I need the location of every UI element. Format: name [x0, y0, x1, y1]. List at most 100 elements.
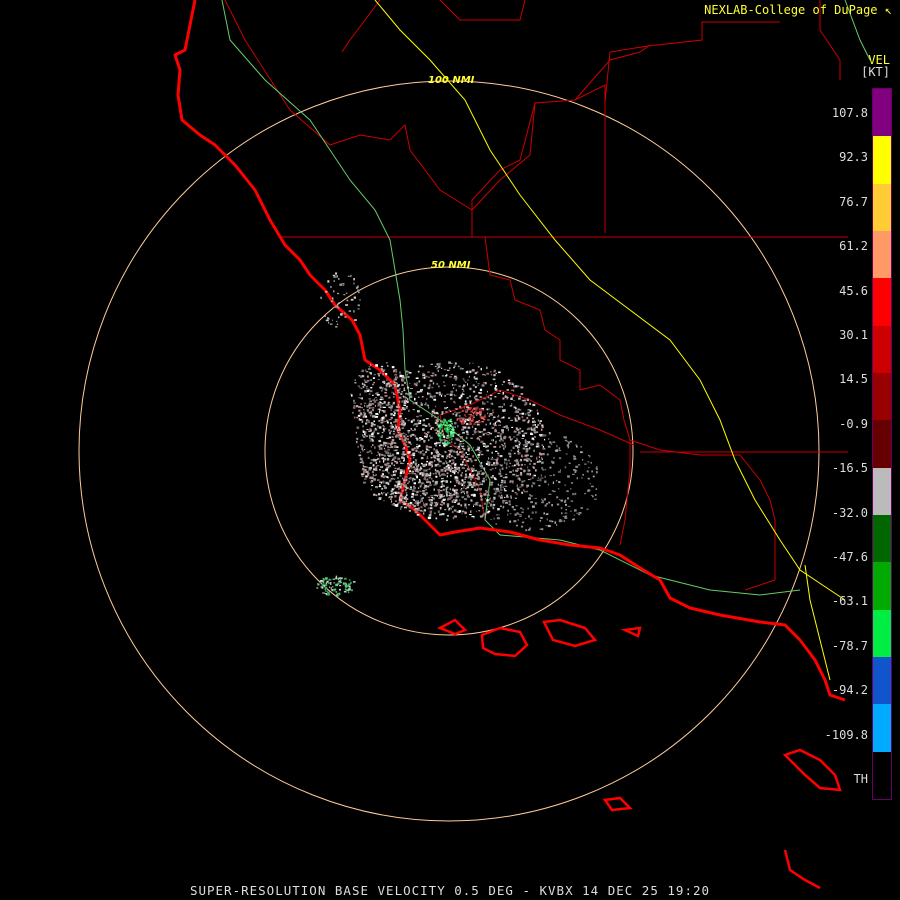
echo-pixel: [378, 497, 382, 500]
echo-pixel: [570, 510, 572, 512]
echo-pixel: [558, 470, 561, 473]
echo-pixel: [390, 490, 393, 493]
echo-pixel: [367, 421, 370, 424]
echo-pixel: [509, 520, 512, 523]
echo-pixel: [462, 409, 465, 412]
echo-pixel: [448, 439, 451, 441]
echo-pixel: [429, 435, 431, 437]
echo-pixel: [480, 450, 483, 452]
echo-pixel: [396, 452, 400, 455]
echo-pixel: [407, 504, 410, 506]
echo-pixel: [560, 469, 561, 471]
echo-pixel: [383, 500, 385, 502]
echo-pixel: [558, 481, 561, 484]
echo-pixel: [378, 426, 382, 429]
echo-pixel: [400, 412, 403, 415]
echo-pixel: [527, 466, 529, 469]
echo-pixel: [359, 393, 361, 396]
echo-pixel: [513, 406, 516, 409]
echo-pixel: [372, 473, 374, 477]
echo-pixel: [390, 409, 392, 411]
echo-pixel: [395, 449, 398, 452]
echo-pixel: [466, 459, 470, 462]
echo-pixel: [403, 435, 406, 437]
echo-pixel: [387, 401, 390, 404]
echo-pixel: [373, 477, 375, 480]
echo-pixel: [353, 278, 355, 281]
echo-pixel: [569, 440, 572, 443]
echo-pixel: [436, 455, 440, 458]
echo-pixel: [377, 425, 379, 428]
echo-pixel: [415, 449, 418, 452]
echo-pixel: [471, 418, 474, 421]
echo-pixel: [502, 506, 504, 509]
echo-pixel: [474, 459, 477, 462]
echo-pixel: [387, 458, 390, 461]
echo-pixel: [410, 467, 413, 469]
echo-pixel: [403, 459, 405, 462]
echo-pixel: [529, 447, 531, 450]
echo-pixel: [572, 493, 575, 496]
echo-pixel: [492, 411, 495, 414]
echo-pixel: [472, 390, 476, 393]
echo-pixel: [523, 432, 526, 434]
echo-pixel: [375, 459, 378, 461]
echo-pixel: [581, 477, 583, 479]
echo-pixel: [518, 488, 520, 492]
echo-pixel: [358, 418, 360, 421]
echo-pixel: [545, 513, 548, 515]
echo-pixel: [541, 457, 543, 460]
echo-pixel: [353, 581, 356, 583]
echo-pixel: [391, 462, 393, 465]
echo-pixel: [442, 488, 445, 491]
echo-pixel: [441, 504, 443, 506]
echo-pixel: [393, 449, 395, 452]
echo-pixel: [415, 467, 418, 469]
echo-pixel: [502, 501, 505, 504]
echo-pixel: [414, 462, 417, 465]
echo-pixel: [410, 463, 413, 466]
echo-pixel: [398, 400, 401, 403]
echo-pixel: [399, 374, 403, 377]
echo-pixel: [447, 464, 449, 466]
echo-pixel: [397, 403, 399, 406]
echo-pixel: [480, 473, 483, 475]
echo-pixel: [536, 409, 538, 412]
echo-pixel: [504, 490, 507, 492]
echo-pixel: [440, 468, 444, 471]
echo-pixel: [547, 483, 550, 486]
echo-pixel: [361, 419, 364, 422]
echo-pixel: [413, 482, 416, 485]
echo-pixel: [496, 517, 500, 520]
echo-pixel: [500, 485, 502, 489]
echo-pixel: [498, 494, 500, 498]
echo-pixel: [491, 426, 495, 428]
echo-pixel: [430, 505, 433, 507]
legend-value-label: TH: [853, 772, 868, 786]
echo-pixel: [519, 413, 521, 415]
echo-pixel: [361, 387, 363, 390]
echo-pixel: [372, 394, 374, 396]
echo-pixel: [507, 513, 509, 516]
echo-pixel: [423, 512, 425, 515]
echo-pixel: [369, 402, 371, 405]
echo-pixel: [382, 369, 386, 371]
echo-pixel: [370, 390, 373, 393]
echo-pixel: [381, 410, 384, 412]
echo-pixel: [427, 516, 431, 520]
echo-pixel: [378, 410, 381, 414]
echo-pixel: [365, 422, 368, 425]
echo-pixel: [518, 417, 521, 420]
echo-pixel: [403, 503, 406, 506]
echo-pixel: [362, 461, 365, 465]
echo-pixel: [360, 451, 362, 453]
echo-pixel: [538, 445, 540, 448]
echo-pixel: [517, 385, 520, 387]
legend-color-swatch: [873, 515, 891, 563]
echo-pixel: [452, 516, 455, 520]
echo-pixel: [528, 515, 530, 518]
echo-pixel: [333, 280, 335, 282]
echo-pixel: [539, 478, 542, 482]
echo-pixel: [515, 415, 519, 417]
echo-pixel: [401, 376, 405, 378]
